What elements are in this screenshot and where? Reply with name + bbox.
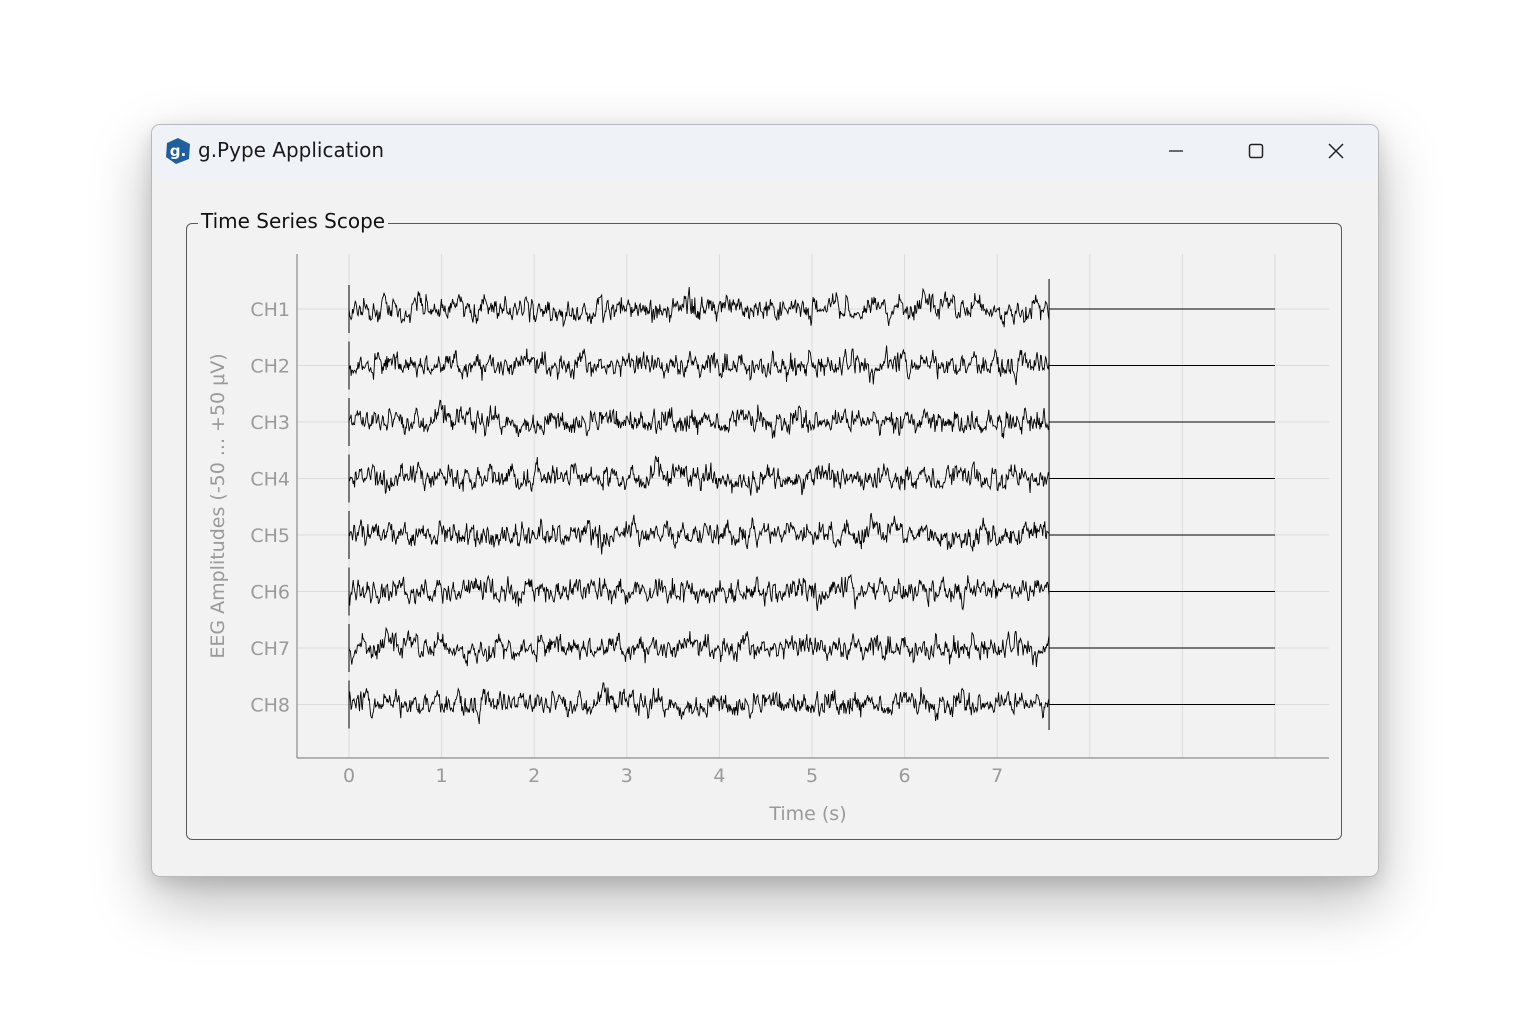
x-tick-label: 0 [343, 765, 355, 787]
x-tick-label: 1 [436, 765, 448, 787]
eeg-trace [348, 573, 1050, 611]
channel-label: CH4 [250, 469, 290, 491]
x-tick-label: 6 [899, 765, 911, 787]
app-window: g. g.Pype Application Time Series Scope … [151, 124, 1379, 877]
channel-label: CH2 [250, 356, 290, 378]
x-tick-label: 4 [713, 765, 725, 787]
x-axis-title: Time (s) [768, 803, 846, 825]
channel-label: CH1 [250, 299, 290, 321]
x-tick-label: 2 [528, 765, 540, 787]
y-axis-title: EEG Amplitudes (-50 ... +50 μV) [207, 353, 229, 658]
eeg-trace [348, 682, 1050, 725]
eeg-trace [348, 399, 1050, 439]
eeg-trace [348, 512, 1050, 555]
eeg-trace [348, 455, 1050, 496]
x-tick-label: 3 [621, 765, 633, 787]
channel-label: CH6 [250, 582, 290, 604]
channel-label: CH5 [250, 525, 290, 547]
channel-label: CH7 [250, 638, 290, 660]
eeg-trace [348, 286, 1050, 328]
channel-label: CH8 [250, 695, 290, 717]
time-series-plot: 0 1 2 3 4 5 6 7 CH1 CH2 CH3 CH4 CH5 CH6 CH7 CH8 Time (s)… [207, 254, 1329, 825]
x-tick-label: 7 [991, 765, 1003, 787]
x-tick-label: 5 [806, 765, 818, 787]
channel-label: CH3 [250, 412, 290, 434]
